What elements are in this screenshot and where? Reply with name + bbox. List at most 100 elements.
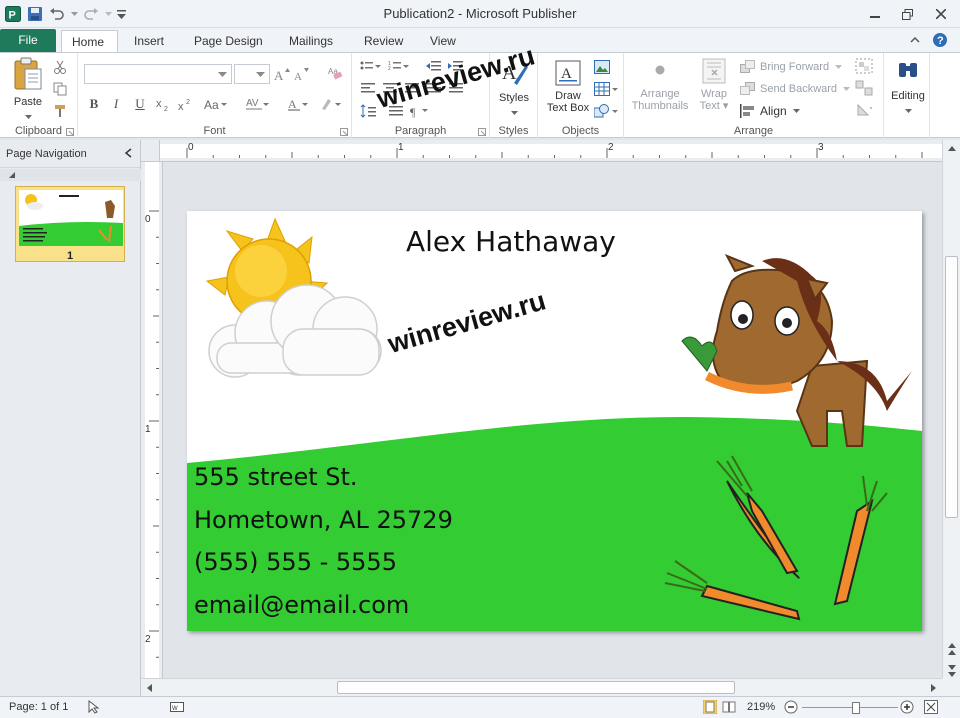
text-box-icon: A — [555, 60, 581, 86]
draw-text-box-label-1: Draw — [555, 90, 581, 102]
fit-to-window-icon[interactable] — [924, 700, 938, 714]
section-header[interactable] — [0, 169, 141, 181]
bring-forward-dropdown-icon — [835, 65, 843, 69]
tab-mailings[interactable]: Mailings — [279, 30, 343, 52]
text-highlight-icon[interactable] — [320, 96, 344, 112]
h-ruler-mark-2: 2 — [608, 142, 614, 153]
font-size-dropdown-icon — [256, 72, 265, 77]
minimize-button[interactable] — [860, 4, 890, 24]
grow-font-icon[interactable]: A — [274, 66, 290, 82]
tab-file[interactable]: File — [0, 29, 56, 52]
font-launcher-icon[interactable] — [339, 127, 349, 137]
section-expand-icon — [9, 172, 15, 178]
svg-text:2: 2 — [186, 99, 190, 106]
draw-text-box-button[interactable]: A Draw Text Box — [542, 59, 594, 114]
zoom-in-icon[interactable] — [900, 700, 914, 714]
font-name-combobox[interactable] — [84, 64, 232, 84]
rotate-icon[interactable] — [854, 102, 874, 118]
objects-group: A Draw Text Box Objects — [538, 53, 624, 139]
paste-dropdown-icon — [24, 115, 32, 119]
scroll-right-icon[interactable] — [930, 683, 938, 693]
page-count[interactable]: Page: 1 of 1 — [9, 701, 68, 713]
shapes-icon[interactable] — [594, 103, 618, 119]
vertical-scroll-thumb[interactable] — [945, 256, 958, 518]
tab-page-design[interactable]: Page Design — [184, 30, 273, 52]
clear-formatting-icon[interactable]: Aa — [328, 64, 344, 80]
editing-group: Editing — [884, 53, 930, 139]
restore-button[interactable] — [892, 4, 922, 24]
horizontal-ruler-ticks — [160, 144, 942, 158]
minimize-ribbon-icon[interactable] — [900, 30, 930, 50]
zoom-slider-track[interactable] — [802, 707, 898, 708]
editing-button[interactable]: Editing — [886, 57, 930, 116]
wrap-text-button[interactable]: Wrap Text ▾ — [696, 57, 732, 112]
single-page-view-icon[interactable] — [703, 700, 717, 714]
horizontal-scroll-thumb[interactable] — [337, 681, 735, 694]
underline-icon[interactable]: U — [132, 96, 148, 112]
group-objects-icon[interactable] — [854, 58, 874, 74]
svg-text:Aa: Aa — [204, 98, 219, 111]
arrange-thumbnails-label-2: Thumbnails — [631, 100, 689, 112]
character-spacing-icon[interactable]: AV — [246, 96, 270, 112]
font-group: A A Aa B I U x2 x2 Aa AV A Font — [78, 53, 352, 139]
change-case-icon[interactable]: Aa — [204, 96, 228, 112]
numbering-icon[interactable]: 12 — [388, 59, 410, 75]
svg-text:2: 2 — [164, 106, 168, 111]
svg-text:A: A — [561, 66, 572, 82]
page-thumbnail[interactable]: 1 — [15, 186, 125, 262]
bring-forward-button[interactable]: Bring Forward — [740, 58, 843, 76]
card-name[interactable]: Alex Hathaway — [406, 225, 616, 258]
publication-workspace[interactable]: Alex Hathaway 555 street St. Hometown, A… — [163, 162, 942, 680]
ungroup-objects-icon[interactable] — [854, 80, 874, 96]
subscript-icon[interactable]: x2 — [156, 96, 172, 112]
picture-icon[interactable] — [594, 59, 610, 75]
collapse-pane-icon[interactable] — [124, 148, 132, 161]
help-icon[interactable]: ? — [930, 30, 950, 50]
tab-home[interactable]: Home — [61, 30, 118, 52]
paste-button[interactable]: Paste — [8, 57, 48, 122]
format-painter-icon[interactable] — [52, 103, 68, 119]
title-bar: P Publication2 - Microsoft Publisher — [0, 0, 960, 28]
tab-view[interactable]: View — [420, 30, 466, 52]
superscript-icon[interactable]: x2 — [178, 96, 194, 112]
bold-icon[interactable]: B — [86, 96, 102, 112]
cut-icon[interactable] — [52, 59, 68, 75]
scroll-left-icon[interactable] — [145, 683, 153, 693]
svg-text:x: x — [178, 101, 184, 111]
card-city[interactable]: Hometown, AL 25729 — [194, 506, 453, 534]
send-backward-button[interactable]: Send Backward — [740, 80, 851, 98]
italic-icon[interactable]: I — [108, 96, 124, 112]
card-phone[interactable]: (555) 555 - 5555 — [194, 548, 397, 576]
zoom-level[interactable]: 219% — [747, 701, 775, 713]
zoom-slider-thumb[interactable] — [852, 702, 860, 714]
business-card-page[interactable]: Alex Hathaway 555 street St. Hometown, A… — [187, 211, 922, 631]
paragraph-launcher-icon[interactable] — [477, 127, 487, 137]
tab-review[interactable]: Review — [354, 30, 413, 52]
horizontal-ruler[interactable]: 0 1 2 3 — [160, 140, 942, 162]
align-objects-icon — [740, 104, 754, 118]
vertical-ruler[interactable]: 0 1 2 — [141, 162, 163, 680]
font-color-icon[interactable]: A — [288, 96, 312, 112]
thumbnail-preview — [19, 190, 123, 246]
align-label: Align — [760, 104, 787, 118]
font-size-combobox[interactable] — [234, 64, 270, 84]
horizontal-scrollbar[interactable] — [141, 678, 942, 696]
clipboard-launcher-icon[interactable] — [65, 127, 75, 137]
card-email[interactable]: email@email.com — [194, 591, 409, 619]
send-backward-label: Send Backward — [760, 83, 838, 95]
card-address[interactable]: 555 street St. — [194, 463, 358, 491]
arrange-thumbnails-button[interactable]: Arrange Thumbnails — [628, 63, 692, 112]
table-icon[interactable] — [594, 81, 618, 97]
two-page-spread-icon[interactable] — [722, 700, 736, 714]
bullets-icon[interactable] — [360, 59, 382, 75]
zoom-out-icon[interactable] — [784, 700, 798, 714]
close-button[interactable] — [926, 4, 956, 24]
vertical-scrollbar[interactable] — [942, 140, 960, 696]
scroll-up-icon[interactable] — [947, 144, 957, 152]
previous-page-icon[interactable] — [947, 640, 957, 660]
objects-group-label: Objects — [561, 125, 600, 137]
copy-icon[interactable] — [52, 81, 68, 97]
align-button[interactable]: Align — [740, 102, 800, 120]
tab-insert[interactable]: Insert — [124, 30, 174, 52]
shrink-font-icon[interactable]: A — [294, 66, 310, 82]
